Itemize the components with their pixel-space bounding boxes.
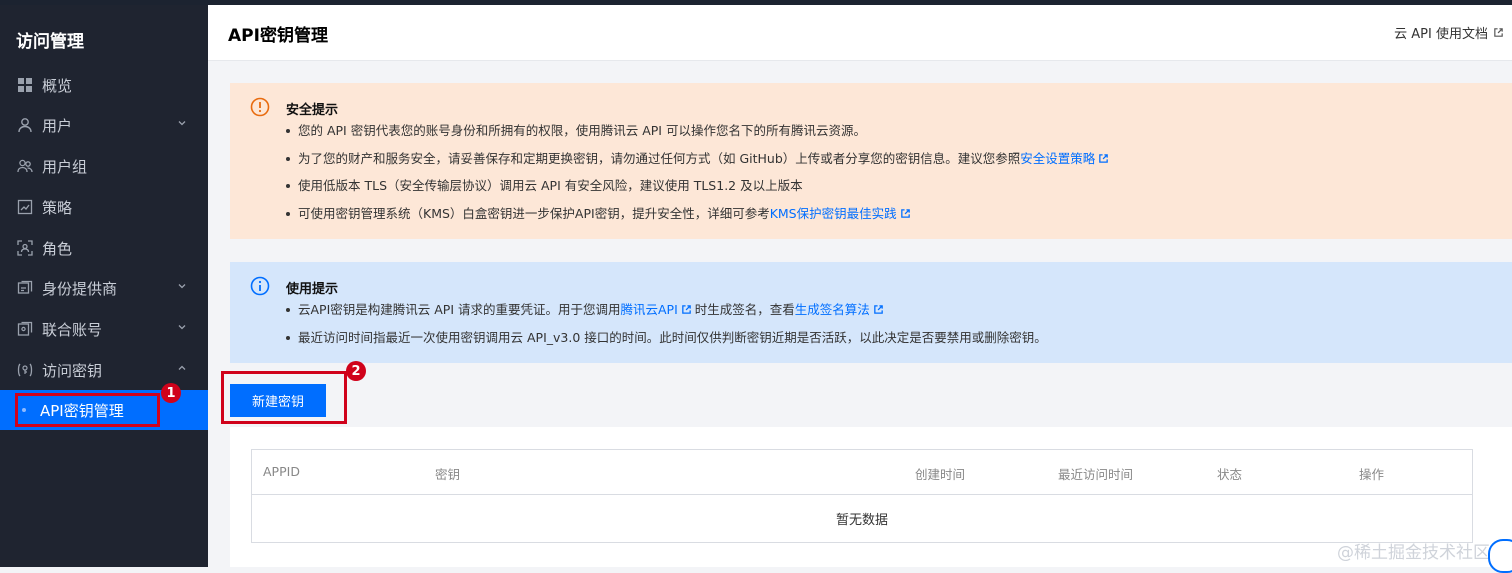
list-item: 最近访问时间指最近一次使用密钥调用云 API_v3.0 接口的时间。此时间仅供判… — [286, 328, 1047, 356]
sidebar-item-users[interactable]: 用户 — [0, 105, 208, 145]
sidebar-item-label: 用户 — [42, 116, 73, 135]
external-link-icon — [681, 305, 691, 314]
chevron-down-icon — [178, 284, 186, 289]
sidebar-item-federated-accounts[interactable]: 联合账号 — [0, 309, 208, 349]
page-header: API密钥管理 云 API 使用文档 — [208, 5, 1512, 61]
api-doc-link-label: 云 API 使用文档 — [1394, 27, 1488, 42]
column-header-actions: 操作 — [1359, 467, 1385, 482]
external-link-icon — [1099, 153, 1109, 163]
role-icon — [16, 239, 34, 257]
sidebar-item-label: 角色 — [42, 239, 73, 258]
chevron-down-icon — [178, 325, 186, 330]
usage-notice: 使用提示 云API密钥是构建腾讯云 API 请求的重要凭证。用于您调用腾讯云AP… — [230, 262, 1512, 363]
kms-best-practice-link[interactable]: KMS保护密钥最佳实践 — [770, 206, 897, 221]
annotation-badge-1: 1 — [161, 383, 181, 403]
annotation-badge-2: 2 — [346, 361, 366, 381]
feedback-icon[interactable] — [1488, 539, 1512, 573]
key-table-card: APPID 密钥 创建时间 最近访问时间 状态 操作 暂无数据 @稀土掘金技术社… — [230, 427, 1512, 573]
sidebar-item-label: 访问密钥 — [42, 361, 103, 380]
sidebar: 访问管理 概览 用户 用户组 策略 角色 身份提供商 联合账号 访问密钥 API… — [0, 5, 208, 567]
api-doc-link[interactable]: 云 API 使用文档 — [1394, 23, 1504, 42]
list-item: 云API密钥是构建腾讯云 API 请求的重要凭证。用于您调用腾讯云API 时生成签… — [286, 300, 1047, 328]
column-header-status: 状态 — [1217, 467, 1243, 482]
usage-notice-list: 云API密钥是构建腾讯云 API 请求的重要凭证。用于您调用腾讯云API 时生成签… — [286, 300, 1047, 355]
usage-notice-title: 使用提示 — [286, 282, 339, 297]
external-link-icon — [900, 208, 910, 218]
sidebar-title: 访问管理 — [16, 32, 84, 52]
list-item: 可使用密钥管理系统（KMS）白盒密钥进一步保护API密钥，提升安全性，详细可参考… — [286, 204, 1109, 232]
list-item: 为了您的财产和服务安全，请妥善保存和定期更换密钥，请勿通过任何方式（如 GitH… — [286, 149, 1109, 177]
list-item: 使用低版本 TLS（安全传输层协议）调用云 API 有安全风险，建议使用 TLS… — [286, 176, 1109, 204]
security-notice-list: 您的 API 密钥代表您的账号身份和所拥有的权限，使用腾讯云 API 可以操作您… — [286, 121, 1109, 231]
sidebar-item-policies[interactable]: 策略 — [0, 187, 208, 227]
table-header: APPID 密钥 创建时间 最近访问时间 状态 操作 — [252, 450, 1472, 495]
sidebar-item-label: 用户组 — [42, 157, 88, 176]
tencent-cloud-api-link[interactable]: 腾讯云API — [621, 302, 678, 317]
list-item: 您的 API 密钥代表您的账号身份和所拥有的权限，使用腾讯云 API 可以操作您… — [286, 121, 1109, 149]
user-icon — [16, 116, 34, 134]
page-title: API密钥管理 — [228, 26, 328, 46]
external-link-icon — [874, 305, 883, 314]
column-header-last-access-time: 最近访问时间 — [1058, 467, 1134, 482]
sidebar-item-user-groups[interactable]: 用户组 — [0, 146, 208, 186]
security-policy-link[interactable]: 安全设置策略 — [1020, 151, 1095, 166]
identity-provider-icon — [16, 279, 34, 297]
highlight-box-1 — [15, 393, 160, 427]
key-table: APPID 密钥 创建时间 最近访问时间 状态 操作 暂无数据 — [251, 449, 1473, 543]
grid-icon — [16, 76, 34, 94]
info-icon — [250, 276, 270, 296]
watermark: @稀土掘金技术社区 — [1337, 543, 1490, 563]
column-header-appid: APPID — [263, 464, 300, 479]
column-header-key: 密钥 — [435, 467, 461, 482]
security-notice: 安全提示 您的 API 密钥代表您的账号身份和所拥有的权限，使用腾讯云 API … — [230, 83, 1512, 239]
user-group-icon — [16, 157, 34, 175]
policy-icon — [16, 198, 34, 216]
sidebar-item-label: 策略 — [42, 198, 73, 217]
federated-account-icon — [16, 320, 34, 338]
sidebar-item-label: 联合账号 — [42, 320, 103, 339]
access-key-icon — [16, 361, 34, 379]
signature-algorithm-link[interactable]: 生成签名算法 — [795, 302, 870, 317]
security-notice-title: 安全提示 — [286, 103, 339, 118]
warning-icon — [250, 97, 270, 117]
highlight-box-2 — [221, 371, 347, 424]
external-link-icon — [1494, 28, 1503, 37]
sidebar-item-label: 身份提供商 — [42, 279, 118, 298]
sidebar-item-label: 概览 — [42, 76, 73, 95]
sidebar-item-identity-providers[interactable]: 身份提供商 — [0, 268, 208, 308]
chevron-down-icon — [178, 121, 186, 126]
chevron-up-icon — [178, 365, 186, 370]
sidebar-item-overview[interactable]: 概览 — [0, 65, 208, 105]
table-empty-state: 暂无数据 — [835, 512, 888, 528]
column-header-created-time: 创建时间 — [915, 467, 966, 482]
sidebar-item-roles[interactable]: 角色 — [0, 228, 208, 268]
